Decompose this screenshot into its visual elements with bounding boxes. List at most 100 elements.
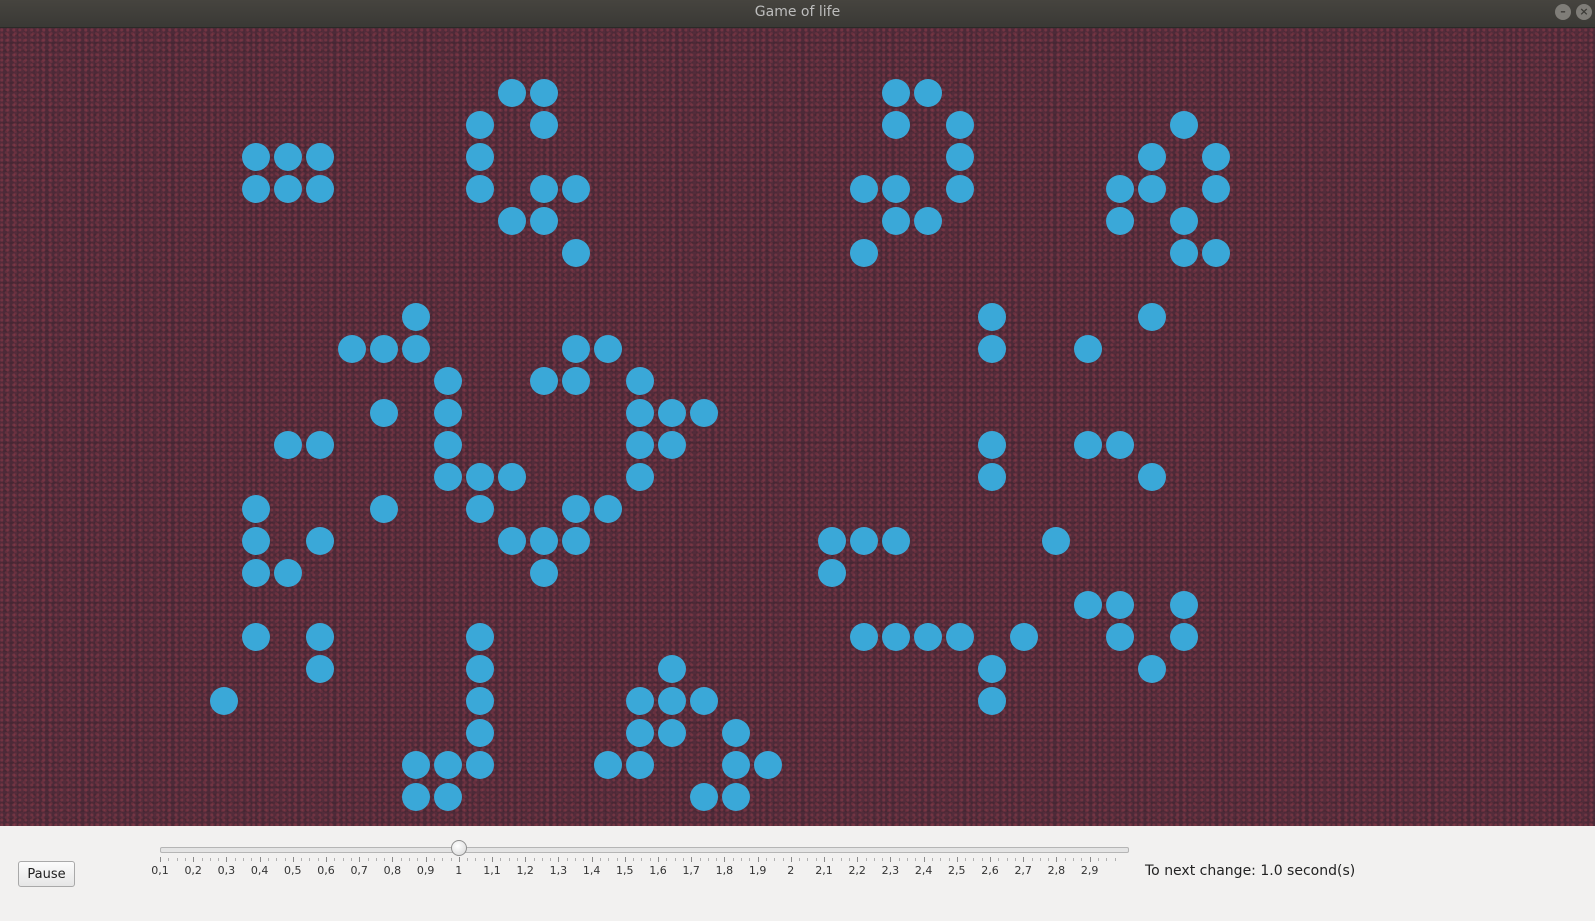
- slider-minor-tick: [940, 858, 942, 861]
- slider-thumb[interactable]: [450, 840, 467, 856]
- live-cell: [754, 751, 782, 779]
- slider-minor-tick: [732, 858, 734, 861]
- live-cell: [594, 751, 622, 779]
- minimize-icon[interactable]: –: [1555, 4, 1571, 20]
- slider-minor-tick: [682, 858, 684, 861]
- live-cell: [1202, 143, 1230, 171]
- live-cell: [434, 783, 462, 811]
- slider-minor-tick: [1064, 858, 1066, 861]
- live-cell: [658, 431, 686, 459]
- live-cell: [1202, 239, 1230, 267]
- live-cell: [402, 303, 430, 331]
- slider-minor-tick: [873, 858, 875, 861]
- speed-slider[interactable]: 0,1 0,2 0,3 0,4 0,5 0,6 0,7 0,8 0,9 1 1,1 1,2 1,3 1,4…: [151, 840, 1130, 902]
- live-cell: [1170, 207, 1198, 235]
- slider-minor-tick: [915, 858, 917, 861]
- live-cell: [562, 175, 590, 203]
- slider-tick: [824, 857, 825, 862]
- slider-tick-label: 1,7: [682, 864, 700, 877]
- close-icon[interactable]: ×: [1576, 4, 1592, 20]
- live-cell: [594, 495, 622, 523]
- title-bar: Game of life – ×: [0, 0, 1595, 28]
- live-cell: [914, 207, 942, 235]
- status-value: 1.0: [1260, 863, 1283, 879]
- slider-minor-tick: [342, 858, 344, 861]
- live-cell: [722, 751, 750, 779]
- slider-tick-label: 1,3: [549, 864, 568, 877]
- control-panel: Pause 0,1 0,2 0,3 0,4 0,5 0,6 0,7 0,8 0,9 1 1,1 1,2…: [0, 826, 1595, 921]
- slider-tick: [226, 857, 228, 862]
- slider-minor-tick: [301, 858, 303, 861]
- slider-minor-tick: [599, 858, 601, 861]
- live-cell: [402, 335, 430, 363]
- live-cell: [1010, 623, 1038, 651]
- slider-minor-tick: [716, 858, 718, 861]
- game-board[interactable]: [0, 28, 1595, 826]
- slider-tick-label: 0,8: [383, 864, 402, 877]
- live-cell: [914, 79, 942, 107]
- slider-minor-tick: [707, 858, 709, 861]
- slider-minor-tick: [566, 858, 568, 861]
- slider-minor-tick: [882, 858, 884, 861]
- live-cell: [402, 783, 430, 811]
- live-cell: [530, 559, 558, 587]
- slider-tick-label: 0,7: [350, 864, 368, 877]
- slider-minor-tick: [641, 858, 643, 861]
- slider-minor-tick: [575, 858, 576, 861]
- live-cell: [978, 687, 1006, 715]
- pause-button[interactable]: Pause: [18, 861, 75, 887]
- live-cell: [530, 367, 558, 395]
- slider-minor-tick: [1106, 858, 1108, 861]
- slider-minor-tick: [375, 858, 377, 861]
- live-cell: [466, 495, 494, 523]
- live-cell: [562, 495, 590, 523]
- live-cell: [978, 335, 1006, 363]
- live-cell: [466, 463, 494, 491]
- slider-tick-label: 2: [787, 864, 795, 877]
- slider-tick: [525, 857, 527, 862]
- slider-tick: [724, 857, 726, 862]
- live-cell: [850, 175, 878, 203]
- live-cell: [850, 527, 878, 555]
- live-cell: [882, 623, 910, 651]
- slider-tick-label: 0,5: [284, 864, 302, 877]
- slider-minor-tick: [168, 858, 170, 861]
- live-cell: [466, 111, 494, 139]
- slider-tick: [326, 857, 327, 862]
- slider-minor-tick: [749, 858, 751, 861]
- slider-minor-tick: [1014, 858, 1016, 861]
- live-cell: [210, 687, 238, 715]
- live-cell: [498, 79, 526, 107]
- slider-minor-tick: [973, 858, 975, 861]
- live-cell: [402, 751, 430, 779]
- slider-tick: [591, 857, 593, 862]
- slider-tick: [1089, 857, 1091, 862]
- slider-minor-tick: [384, 858, 386, 861]
- live-cell: [594, 335, 622, 363]
- slider-minor-tick: [276, 858, 278, 861]
- slider-minor-tick: [699, 858, 701, 861]
- slider-tick-label: 2,5: [948, 864, 966, 877]
- next-change-status: To next change: 1.0 second(s): [1145, 861, 1355, 881]
- slider-minor-tick: [533, 858, 535, 861]
- live-cell: [722, 719, 750, 747]
- slider-tick: [923, 857, 925, 862]
- live-cell: [306, 623, 334, 651]
- live-cell: [242, 527, 270, 555]
- live-cell: [498, 463, 526, 491]
- live-cell: [1074, 431, 1102, 459]
- slider-tick: [1023, 857, 1025, 862]
- slider-minor-tick: [284, 858, 286, 861]
- live-cell: [978, 303, 1006, 331]
- live-cell: [242, 559, 270, 587]
- slider-tick-label: 1: [455, 864, 463, 877]
- slider-minor-tick: [649, 858, 651, 861]
- slider-minor-tick: [218, 858, 220, 861]
- live-cell: [850, 239, 878, 267]
- slider-track[interactable]: [160, 847, 1129, 853]
- slider-tick: [425, 857, 427, 862]
- slider-minor-tick: [583, 858, 585, 861]
- live-cell: [562, 527, 590, 555]
- slider-minor-tick: [981, 858, 983, 861]
- live-cell: [306, 431, 334, 459]
